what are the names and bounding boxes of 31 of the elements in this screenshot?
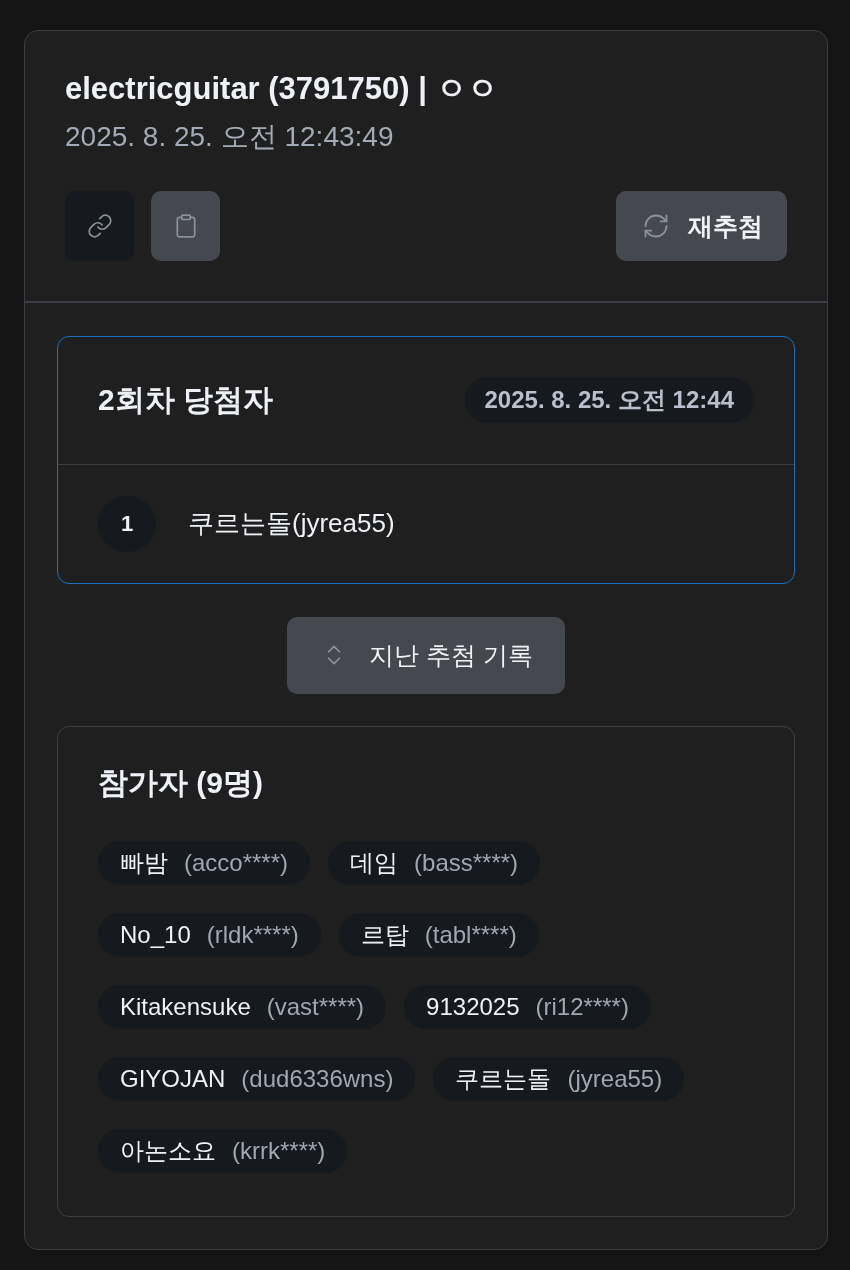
participant-nickname: 쿠르는돌 — [455, 1063, 552, 1094]
participant-id: (krrk****) — [232, 1136, 326, 1165]
link-button[interactable] — [65, 191, 134, 261]
history-button[interactable]: 지난 추첨 기록 — [287, 616, 565, 694]
draw-time-tag: 2025. 8. 25. 오전 12:44 — [464, 377, 754, 423]
participant-id: (acco****) — [184, 848, 289, 877]
participant-id: (rldk****) — [206, 920, 299, 949]
winners-title: 2회차 당첨자 — [98, 382, 274, 418]
participant-nickname: 데임 — [350, 847, 399, 878]
participant-nickname: 빠밤 — [120, 847, 168, 878]
participants-title: 참가자 (9명) — [98, 764, 264, 801]
chain-link-icon — [86, 213, 113, 239]
refresh-icon — [642, 212, 670, 240]
draw-timestamp: 2025. 8. 25. 오전 12:43:49 — [65, 120, 395, 154]
clipboard-button[interactable] — [151, 191, 220, 261]
participant-nickname: 아논소요 — [120, 1135, 216, 1166]
participant-nickname: GIYOJAN — [120, 1064, 226, 1093]
rank-number: 1 — [98, 495, 156, 552]
redraw-button[interactable]: 재추첨 — [616, 191, 787, 261]
participant-nickname: 9132025 — [426, 992, 520, 1021]
participant-nickname: Kitakensuke — [120, 992, 251, 1021]
participant-id: (ri12****) — [535, 992, 629, 1021]
participant-id: (bass****) — [414, 848, 519, 877]
winner-name: 쿠르는돌(jyrea55) — [188, 507, 395, 540]
participant-id: (jyrea55) — [567, 1064, 663, 1093]
participant-nickname: 르탑 — [360, 919, 409, 950]
participant-id: (dud6336wns) — [241, 1064, 394, 1093]
participant-id: (vast****) — [266, 992, 365, 1021]
participant-id: (tabl****) — [424, 920, 517, 949]
participant-nickname: No_10 — [120, 920, 191, 949]
draw-title: electricguitar (3791750) | ㅇㅇ — [65, 70, 499, 108]
